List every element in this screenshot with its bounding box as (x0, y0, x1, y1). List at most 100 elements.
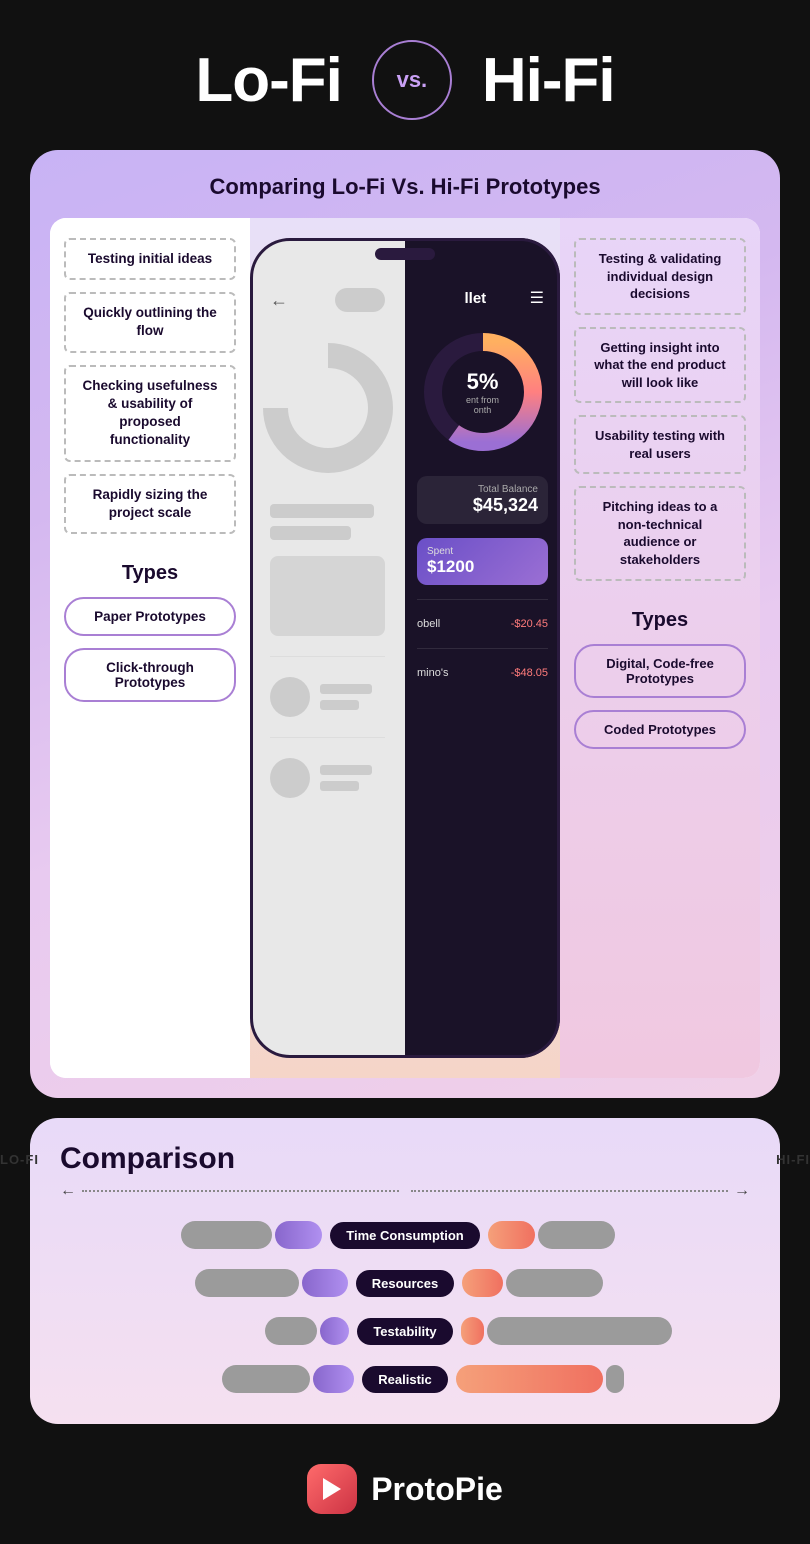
left-type-1: Paper Prototypes (64, 597, 236, 636)
hifi-balance-amount: $45,324 (427, 495, 538, 516)
hifi-txn-1-amount: -$20.45 (511, 618, 548, 630)
right-type-1: Digital, Code-free Prototypes (574, 644, 746, 698)
comp-bar-right-gray-3 (606, 1365, 624, 1393)
hifi-spent-amount: $1200 (427, 557, 538, 577)
vs-badge: vs. (372, 40, 452, 120)
dotted-line-right (411, 1190, 728, 1192)
comp-bar-row-3: Realistic (60, 1362, 750, 1396)
right-use-3: Usability testing with real users (574, 415, 746, 474)
hifi-sub-text: ent fromonth (466, 395, 499, 415)
lofi-nav: ← (260, 288, 395, 312)
hifi-txn-1: obell -$20.45 (417, 614, 548, 634)
comp-bar-left-0 (60, 1221, 330, 1249)
lofi-divider-2 (270, 737, 385, 738)
comp-bar-right-gray-2 (487, 1317, 672, 1345)
comp-bar-left-2 (60, 1317, 357, 1345)
comp-bar-right-orange-2 (461, 1317, 484, 1345)
hifi-txn-divider-2 (417, 648, 548, 649)
comp-bar-right-orange-1 (462, 1269, 502, 1297)
lofi-avatar-1 (270, 677, 310, 717)
comp-bar-label-0: Time Consumption (330, 1222, 479, 1249)
comp-bar-row-2: Testability (60, 1314, 750, 1348)
hifi-menu-icon: ☰ (530, 288, 544, 308)
comp-bar-right-orange-0 (488, 1221, 536, 1249)
comp-bar-left-1 (60, 1269, 356, 1297)
lofi-line-2 (320, 700, 359, 710)
comp-arrows-row: ← → (60, 1182, 750, 1200)
hifi-balance-label: Total Balance (427, 484, 538, 495)
left-use-1: Testing initial ideas (64, 238, 236, 280)
hifi-nav-title: llet (464, 290, 486, 307)
phone-notch (375, 248, 435, 260)
comp-bar-row-0: Time Consumption (60, 1218, 750, 1252)
lofi-toggle (335, 288, 385, 312)
comp-bar-label-2: Testability (357, 1318, 452, 1345)
lofi-bars (260, 504, 395, 540)
comp-bar-left-purple-3 (313, 1365, 354, 1393)
arrow-right-icon: → (734, 1182, 750, 1200)
right-column: Testing & validating individual design d… (560, 218, 760, 1078)
comp-bar-left-gray-2 (265, 1317, 317, 1345)
comp-bar-right-3 (448, 1365, 750, 1393)
lofi-bar-2 (270, 526, 351, 540)
hifi-percent: 5% (466, 369, 499, 395)
comp-bar-left-gray-0 (181, 1221, 271, 1249)
content-area: Testing initial ideas Quickly outlining … (50, 218, 760, 1078)
comp-bar-label-1: Resources (356, 1270, 454, 1297)
dotted-line-left (82, 1190, 399, 1192)
comp-bar-left-3 (60, 1365, 362, 1393)
hifi-txn-1-name: obell (417, 618, 440, 630)
hifi-nav: llet ☰ (417, 288, 548, 308)
hifi-donut-area: 5% ent fromonth (417, 322, 548, 462)
comparison-section: LO-FI Comparison HI-FI ← → Time Consumpt… (30, 1118, 780, 1424)
footer: ProtoPie (307, 1444, 503, 1544)
hifi-spent-card: Spent $1200 (417, 538, 548, 585)
comp-hifi-label: HI-FI (776, 1152, 810, 1167)
left-use-3: Checking usefulness & usability of propo… (64, 365, 236, 462)
footer-logo (307, 1464, 357, 1514)
lofi-bar-1 (270, 504, 374, 518)
lofi-avatar-2 (270, 758, 310, 798)
comp-bar-left-gray-3 (222, 1365, 310, 1393)
footer-brand-name: ProtoPie (371, 1471, 503, 1508)
comp-bar-right-0 (480, 1221, 750, 1249)
main-card: Comparing Lo-Fi Vs. Hi-Fi Prototypes Tes… (30, 150, 780, 1098)
comp-bar-left-purple-1 (302, 1269, 348, 1297)
comp-bar-right-gray-0 (538, 1221, 614, 1249)
arrow-left-icon: ← (60, 1182, 76, 1200)
comp-bar-label-3: Realistic (362, 1366, 447, 1393)
right-use-1: Testing & validating individual design d… (574, 238, 746, 315)
lofi-card-1 (270, 556, 385, 636)
lofi-divider-1 (270, 656, 385, 657)
card-title: Comparing Lo-Fi Vs. Hi-Fi Prototypes (50, 174, 760, 200)
comp-bar-row-1: Resources (60, 1266, 750, 1300)
lofi-title: Lo-Fi (195, 45, 342, 116)
lofi-line-1 (320, 684, 372, 694)
hifi-spent-label: Spent (427, 546, 538, 557)
right-use-2: Getting insight into what the end produc… (574, 327, 746, 404)
lofi-text-2 (320, 765, 385, 791)
comparison-title: Comparison (60, 1142, 235, 1176)
hifi-txn-2-name: mino's (417, 667, 448, 679)
comp-bar-right-2 (453, 1317, 750, 1345)
comp-lofi-label: LO-FI (0, 1152, 39, 1167)
comparison-bars: Time Consumption Resources Testability Real… (60, 1218, 750, 1396)
left-types-label: Types (64, 562, 236, 585)
lofi-list-item-1 (260, 677, 395, 717)
left-column: Testing initial ideas Quickly outlining … (50, 218, 250, 1078)
lofi-list-item-2 (260, 758, 395, 798)
comp-bar-left-gray-1 (195, 1269, 299, 1297)
lofi-donut-area (260, 328, 395, 488)
right-types-label: Types (574, 609, 746, 632)
lofi-donut-chart (263, 343, 393, 473)
right-type-2: Coded Prototypes (574, 710, 746, 749)
comp-bar-right-1 (454, 1269, 750, 1297)
left-use-2: Quickly outlining the flow (64, 292, 236, 352)
lofi-line-4 (320, 781, 359, 791)
lofi-back-icon: ← (270, 290, 288, 311)
left-use-4: Rapidly sizing the project scale (64, 474, 236, 534)
lofi-donut-inner (288, 368, 368, 448)
header: Lo-Fi vs. Hi-Fi (0, 0, 810, 150)
left-type-2: Click-through Prototypes (64, 648, 236, 702)
hifi-txn-2: mino's -$48.05 (417, 663, 548, 683)
